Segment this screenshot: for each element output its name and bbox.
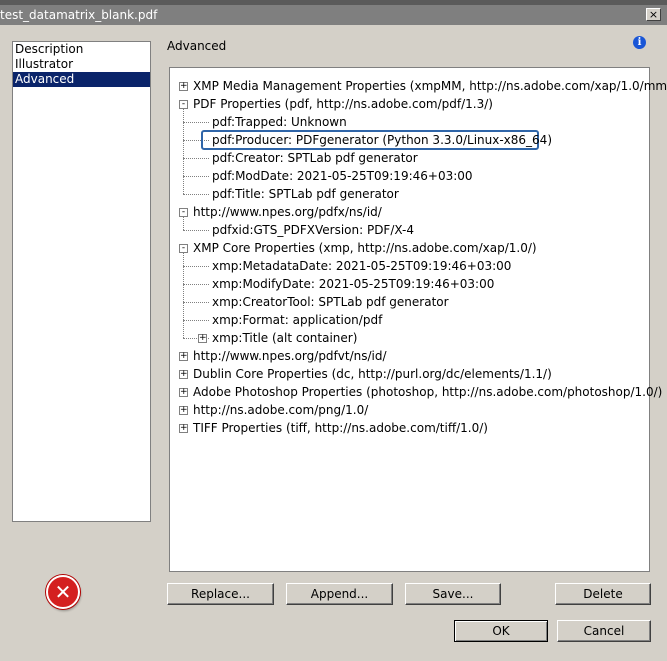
expand-icon[interactable]: + (179, 406, 188, 415)
tree-connector (183, 320, 209, 321)
replace-button[interactable]: Replace... (167, 583, 274, 605)
collapse-icon[interactable]: - (179, 100, 188, 109)
category-item-description[interactable]: Description (13, 42, 150, 57)
tree-node-property[interactable]: xmp:CreatorTool: SPTLab pdf generator (212, 293, 449, 311)
tree-node-property[interactable]: pdf:Title: SPTLab pdf generator (212, 185, 399, 203)
metadata-tree[interactable]: + XMP Media Management Properties (xmpMM,… (169, 67, 667, 572)
tree-node-property[interactable]: pdf:Creator: SPTLab pdf generator (212, 149, 418, 167)
close-button[interactable]: × (646, 8, 661, 21)
collapse-icon[interactable]: - (179, 244, 188, 253)
tree-connector (183, 284, 209, 285)
cancel-button[interactable]: Cancel (557, 620, 651, 642)
tree-connector (183, 302, 209, 303)
tree-connector (183, 194, 209, 195)
tree-connector (183, 122, 209, 123)
category-item-advanced[interactable]: Advanced (13, 72, 150, 87)
tree-connector (183, 252, 184, 338)
tree-node-property[interactable]: xmp:Format: application/pdf (212, 311, 382, 329)
category-list[interactable]: Description Illustrator Advanced (12, 41, 151, 522)
collapse-icon[interactable]: - (179, 208, 188, 217)
expand-icon[interactable]: + (179, 352, 188, 361)
tree-node-property[interactable]: xmp:MetadataDate: 2021-05-25T09:19:46+03… (212, 257, 511, 275)
tree-node-schema[interactable]: http://www.npes.org/pdfx/ns/id/ (193, 203, 382, 221)
tree-node-property[interactable]: xmp:Title (alt container) (212, 329, 357, 347)
append-button[interactable]: Append... (286, 583, 393, 605)
tree-node-schema[interactable]: XMP Media Management Properties (xmpMM, … (193, 77, 667, 95)
tree-node-property[interactable]: pdfxid:GTS_PDFXVersion: PDF/X-4 (212, 221, 414, 239)
expand-icon[interactable]: + (179, 424, 188, 433)
tree-node-schema[interactable]: TIFF Properties (tiff, http://ns.adobe.c… (193, 419, 488, 437)
expand-icon[interactable]: + (179, 82, 188, 91)
error-icon: ✕ (46, 575, 80, 609)
category-item-illustrator[interactable]: Illustrator (13, 57, 150, 72)
tree-connector (183, 176, 209, 177)
tree-node-schema[interactable]: http://ns.adobe.com/png/1.0/ (193, 401, 368, 419)
info-icon[interactable]: i (633, 36, 646, 49)
tree-connector (183, 158, 209, 159)
tree-connector (183, 108, 184, 194)
expand-icon[interactable]: + (179, 370, 188, 379)
delete-button[interactable]: Delete (555, 583, 651, 605)
tree-connector (183, 266, 209, 267)
expand-icon[interactable]: + (198, 334, 207, 343)
tree-node-property[interactable]: pdf:Trapped: Unknown (212, 113, 347, 131)
tree-node-schema[interactable]: XMP Core Properties (xmp, http://ns.adob… (193, 239, 537, 257)
window-title: test_datamatrix_blank.pdf (0, 8, 158, 22)
expand-icon[interactable]: + (179, 388, 188, 397)
tree-node-schema[interactable]: http://www.npes.org/pdfvt/ns/id/ (193, 347, 387, 365)
tree-node-schema[interactable]: Adobe Photoshop Properties (photoshop, h… (193, 383, 662, 401)
tree-node-schema[interactable]: Dublin Core Properties (dc, http://purl.… (193, 365, 552, 383)
tree-connector (183, 216, 184, 230)
tree-connector (183, 230, 209, 231)
ok-button[interactable]: OK (454, 620, 548, 642)
save-button[interactable]: Save... (405, 583, 501, 605)
tree-node-schema[interactable]: PDF Properties (pdf, http://ns.adobe.com… (193, 95, 493, 113)
title-bar: test_datamatrix_blank.pdf × (0, 5, 667, 25)
tree-node-property[interactable]: pdf:Producer: PDFgenerator (Python 3.3.0… (212, 131, 552, 149)
tree-node-property[interactable]: pdf:ModDate: 2021-05-25T09:19:46+03:00 (212, 167, 473, 185)
panel-title: Advanced (167, 39, 227, 53)
tree-node-property[interactable]: xmp:ModifyDate: 2021-05-25T09:19:46+03:0… (212, 275, 494, 293)
